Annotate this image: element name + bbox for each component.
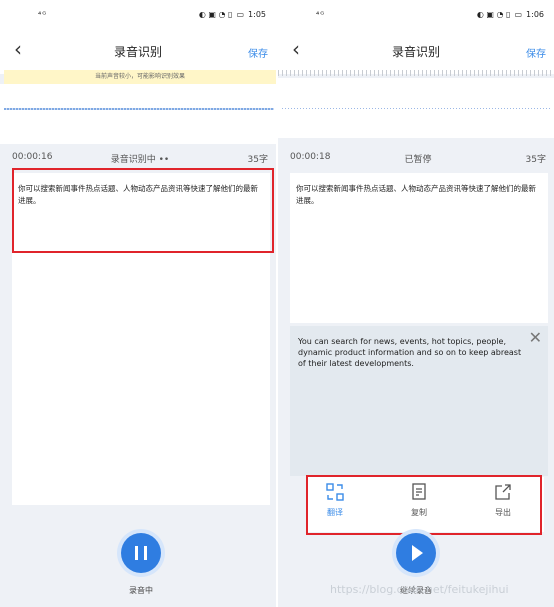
- play-icon: [412, 545, 423, 561]
- pause-button[interactable]: [121, 533, 161, 573]
- page-title: 录音识别: [391, 45, 440, 59]
- status-bar: ⁴ᴳ ◐ ▣ ◔ ▯ ▭ 1:06: [278, 0, 554, 26]
- clock: 1:06: [526, 10, 544, 19]
- nav-bar: ‹ 录音识别 保存: [0, 26, 276, 74]
- transcript-text: 你可以搜索新闻事件热点话题、人物动态产品资讯等快速了解他们的最新进展。: [296, 184, 536, 205]
- status-bar: ⁴ᴳ ◐ ▣ ◔ ▯ ▭ 1:05: [0, 0, 276, 26]
- translation-text: You can search for news, events, hot top…: [298, 337, 522, 368]
- char-count: 35字: [247, 155, 268, 165]
- nav-bar: ‹ 录音识别 保存: [278, 26, 554, 74]
- battery-icon: ▭: [514, 10, 523, 19]
- right-screen: ⁴ᴳ ◐ ▣ ◔ ▯ ▭ 1:06 ‹ 录音识别 保存 00:00:18 已暂停…: [278, 0, 554, 607]
- volume-hint: 当前声音较小，可能影响识别效果: [4, 70, 276, 84]
- status-right: ◐ ▣ ◔ ▯ ▭ 1:06: [477, 10, 544, 19]
- resume-button[interactable]: [396, 533, 436, 573]
- clock: 1:05: [248, 10, 266, 19]
- recording-label: 录音中: [129, 586, 153, 595]
- signal-indicator: ⁴ᴳ: [316, 10, 326, 19]
- highlight-box: [12, 168, 274, 253]
- status-icons: ◐ ▣ ◔ ▯: [476, 10, 511, 19]
- highlight-box: [306, 475, 542, 535]
- waveform: [4, 108, 274, 110]
- waveform-area: [278, 78, 554, 138]
- pause-icon-bar: [144, 546, 147, 560]
- left-screen: ⁴ᴳ ◐ ▣ ◔ ▯ ▭ 1:05 ‹ 录音识别 保存 当前声音较小，可能影响识…: [0, 0, 276, 607]
- char-count: 35字: [525, 155, 546, 165]
- pause-icon: [135, 546, 138, 560]
- timeline-ruler: [278, 70, 554, 76]
- waveform: [282, 108, 552, 109]
- record-info: 00:00:16 录音识别中 •• 35字: [12, 152, 268, 166]
- signal-indicator: ⁴ᴳ: [38, 10, 48, 19]
- waveform-area: [0, 84, 276, 144]
- save-button[interactable]: 保存: [526, 45, 546, 60]
- close-icon[interactable]: ✕: [529, 328, 542, 347]
- transcript-card: 你可以搜索新闻事件热点话题、人物动态产品资讯等快速了解他们的最新进展。: [290, 173, 548, 323]
- record-info: 00:00:18 已暂停 35字: [290, 152, 546, 166]
- page-title: 录音识别: [113, 45, 162, 59]
- record-state: 录音识别中 ••: [110, 155, 170, 165]
- battery-icon: ▭: [236, 10, 245, 19]
- status-icons: ◐ ▣ ◔ ▯: [198, 10, 233, 19]
- record-state: 已暂停: [404, 155, 432, 165]
- watermark: https://blog.csdn.net/feitukejihui: [330, 583, 509, 596]
- save-button[interactable]: 保存: [248, 45, 268, 60]
- status-right: ◐ ▣ ◔ ▯ ▭ 1:05: [199, 10, 266, 19]
- translation-panel: You can search for news, events, hot top…: [290, 326, 548, 476]
